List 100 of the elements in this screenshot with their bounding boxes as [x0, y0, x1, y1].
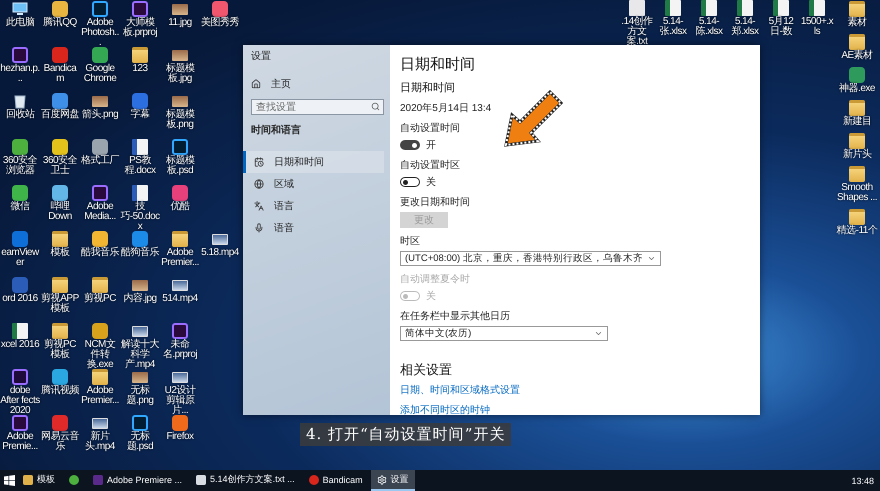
taskbar-item[interactable]: 模板 [17, 470, 61, 491]
desktop-icon-label[interactable]: U2设计剪辑原片... [160, 386, 200, 416]
desktop-icon-label[interactable]: 无标题.psd [120, 432, 160, 452]
desktop-icon-label[interactable]: 腾讯视频 [41, 386, 79, 396]
desktop-icon-label[interactable]: 无标题.png [120, 386, 160, 406]
nav-item[interactable]: 日期和时间 [243, 151, 384, 173]
desktop-icon-label[interactable]: 123 [132, 64, 148, 74]
desktop-icon-label[interactable]: Firefox [166, 432, 194, 442]
toggle-switch[interactable] [400, 140, 420, 150]
desktop-icon-label[interactable]: 5.14-张.xlsx [656, 17, 690, 37]
desktop-icon-label[interactable]: 剪视PC模板 [40, 340, 80, 360]
desktop-icon-label[interactable]: 回收站 [6, 110, 34, 120]
desktop-icon-label[interactable]: Adobe Photosh... [80, 18, 120, 48]
desktop-icon-label[interactable]: NCM文件转换.exe [80, 340, 120, 370]
desktop-icon-label[interactable]: 腾讯QQ [43, 18, 77, 28]
nav-item[interactable]: 区域 [243, 173, 384, 195]
desktop-icon-label[interactable]: hezhan.p... [0, 64, 40, 84]
desktop-icon-label[interactable]: 剪视APP模板 [40, 294, 80, 314]
desktop-icon-label[interactable]: 格式工厂 [81, 156, 119, 166]
folder-icon [52, 277, 68, 293]
desktop-icon-label[interactable]: 微信 [10, 202, 30, 212]
desktop-icon-label[interactable]: .14创作方文案.txt [620, 17, 654, 47]
windows-logo-icon[interactable] [4, 475, 15, 486]
desktop-icon-label[interactable]: 此电脑 [6, 18, 34, 28]
desktop-icon-label[interactable]: 网易云音乐 [40, 432, 80, 452]
desktop-icon-label[interactable]: 514.mp4 [162, 294, 198, 304]
desktop-icon-label[interactable]: 未命名.prproj [160, 340, 200, 360]
desktop-icon-label[interactable]: Adobe Premier... [160, 248, 200, 268]
desktop-icon-label[interactable]: 标题模板.png [160, 110, 200, 130]
desktop-icon-label[interactable]: eamViewer [0, 248, 40, 268]
desktop-icon-label[interactable]: 360安全浏览器 [0, 156, 40, 176]
desktop-icon-label[interactable]: Smooth Shapes ... [836, 183, 878, 203]
desktop-icon-label[interactable]: 标题模板.psd [160, 156, 200, 176]
desktop-icon-label[interactable]: 标题模板.jpg [160, 64, 200, 84]
settings-link[interactable]: 日期、时间和区域格式设置 [400, 383, 750, 397]
app-icon [92, 1, 108, 17]
desktop-icon-label[interactable]: 酷狗音乐 [121, 248, 159, 258]
dropdown[interactable]: 简体中文(农历) [400, 326, 608, 341]
window-title: 设置 [251, 50, 272, 63]
desktop-icon-label[interactable]: Adobe Premie... [0, 432, 40, 452]
desktop-icon-label[interactable]: 哔哩Down [40, 202, 80, 222]
desktop-icon-label[interactable]: xcel 2016 [0, 340, 40, 350]
taskbar-item[interactable]: 设置 [370, 470, 415, 491]
desktop-icon-label[interactable]: 5.14-郑.xlsx [728, 17, 762, 37]
desktop-icon-label[interactable]: Bandicam [40, 64, 80, 84]
desktop-icon-label[interactable]: 新建目 [842, 117, 872, 127]
desktop-icon-label[interactable]: 5.18.mp4 [201, 248, 239, 258]
document-icon [132, 185, 148, 201]
desktop-icon-label[interactable]: 神器.exe [839, 84, 875, 94]
desktop-icon-label[interactable]: 11.jpg [168, 18, 192, 28]
settings-link[interactable]: 添加不同时区的时钟 [400, 403, 750, 417]
desktop-icon-label[interactable]: 解读十大科学产.mp4 [120, 340, 160, 370]
taskbar-item[interactable]: 5.14创作方文案.txt ... [190, 470, 301, 491]
desktop-icon-label[interactable]: 大师模板.prproj [120, 18, 160, 38]
home-link[interactable]: 主页 [251, 77, 384, 91]
desktop-icon-label[interactable]: 360安全卫士 [40, 156, 80, 176]
desktop-icon-label[interactable]: 精选-11个 [836, 226, 878, 236]
record-icon [308, 474, 319, 484]
folder-icon [172, 231, 188, 247]
toggle-label: 自动设置时区 [400, 158, 460, 172]
desktop-icon-label[interactable]: 素材 [848, 18, 866, 28]
nav-item[interactable]: 语言 [243, 195, 384, 217]
desktop-icon-label[interactable]: 美图秀秀 [201, 18, 239, 28]
nav-item[interactable]: 语音 [243, 217, 384, 239]
desktop-icon-label[interactable]: 新片头.mp4 [80, 432, 120, 452]
desktop-icon-label[interactable]: 字幕 [130, 110, 150, 120]
setting-label: 更改日期和时间 [400, 196, 470, 209]
desktop-icon-label[interactable]: Adobe Premier... [80, 386, 120, 406]
folder-icon [92, 369, 108, 385]
search-icon [371, 102, 380, 111]
app-icon [172, 323, 188, 339]
taskbar-item[interactable]: Adobe Premiere ... [87, 470, 188, 491]
desktop-icon-label[interactable]: 新片头 [842, 150, 872, 160]
desktop-icon-label[interactable]: 技巧-50.docx [120, 202, 160, 232]
desktop-icon-label[interactable]: 模板 [50, 248, 70, 258]
app-icon [12, 277, 28, 293]
desktop-icon-label[interactable]: 剪视PC [84, 294, 116, 304]
image-thumbnail-icon [172, 96, 188, 107]
toggle-switch[interactable] [400, 177, 420, 187]
video-thumbnail-icon [212, 234, 228, 245]
desktop-icon-label[interactable]: 1500+.xls [800, 17, 834, 37]
desktop-icon-label[interactable]: PS教程.docx [120, 156, 160, 176]
desktop-icon-label[interactable]: 5月12日-数 [764, 17, 798, 37]
desktop-icon-label[interactable]: dobe After fects 2020 [0, 386, 40, 416]
desktop-icon-label[interactable]: 优酷 [170, 202, 190, 212]
desktop-icon-label[interactable]: 酷我音乐 [81, 248, 119, 258]
taskbar-item[interactable]: Bandicam [302, 470, 369, 491]
desktop-icon-label[interactable]: 箭头.png [82, 110, 118, 120]
desktop-icon-label[interactable]: Google Chrome [80, 64, 120, 84]
desktop-icon-label[interactable]: ord 2016 [2, 294, 38, 304]
folder-icon [849, 133, 865, 149]
search-field[interactable]: 查找设置 [251, 99, 384, 115]
language-icon [254, 201, 264, 211]
spreadsheet-icon [701, 0, 717, 16]
desktop-icon-label[interactable]: 5.14-陈.xlsx [692, 17, 726, 37]
desktop-icon-label[interactable]: AE素材 [841, 51, 873, 61]
dropdown[interactable]: (UTC+08:00) 北京，重庆，香港特别行政区，乌鲁木齐 [400, 251, 661, 266]
desktop-icon-label[interactable]: 内容.jpg [123, 294, 157, 304]
desktop-icon-label[interactable]: 百度网盘 [41, 110, 79, 120]
desktop-icon-label[interactable]: Adobe Media... [80, 202, 120, 222]
